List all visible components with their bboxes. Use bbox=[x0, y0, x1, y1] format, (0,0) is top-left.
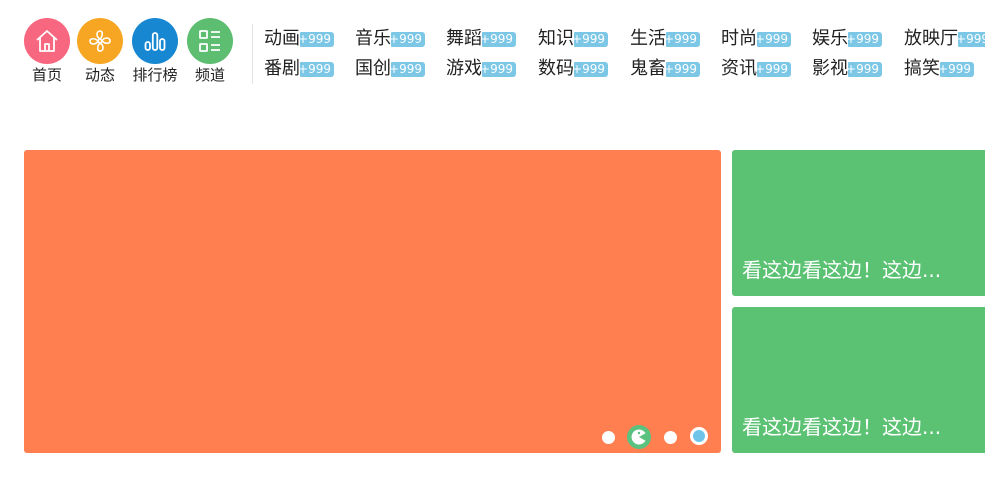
channel-count-badge: 999+ bbox=[757, 61, 791, 77]
nav-label-dynamic: 动态 bbox=[84, 66, 115, 84]
channel-count-badge: 999+ bbox=[848, 61, 882, 77]
channel-item-kichiku[interactable]: 鬼畜 999+ bbox=[630, 56, 700, 82]
channel-name: 影视 bbox=[812, 58, 848, 79]
carousel-dot[interactable] bbox=[602, 431, 615, 444]
promo-card-bottom[interactable]: 看这边看这边！这边... bbox=[732, 307, 985, 453]
channel-name: 鬼畜 bbox=[630, 58, 666, 79]
channel-item-games[interactable]: 游戏 999+ bbox=[446, 56, 516, 82]
banner-carousel[interactable] bbox=[24, 150, 721, 453]
nav-item-dynamic[interactable]: 动态 bbox=[72, 18, 128, 84]
channel-name: 娱乐 bbox=[812, 28, 848, 49]
channel-item-film-tv[interactable]: 影视 999+ bbox=[812, 56, 882, 82]
channel-item-digital[interactable]: 数码 999+ bbox=[538, 56, 608, 82]
carousel-dot[interactable] bbox=[690, 427, 708, 445]
channel-item-news[interactable]: 资讯 999+ bbox=[721, 56, 791, 82]
nav-item-ranking[interactable]: 排行榜 bbox=[127, 18, 183, 84]
channel-item-fashion[interactable]: 时尚 999+ bbox=[721, 26, 791, 52]
carousel-indicators bbox=[602, 425, 712, 449]
channel-name: 国创 bbox=[355, 58, 391, 79]
nav-item-home[interactable]: 首页 bbox=[19, 18, 75, 84]
channel-name: 番剧 bbox=[264, 58, 300, 79]
pacman-icon bbox=[631, 429, 646, 445]
promo-card-title: 看这边看这边！这边... bbox=[742, 258, 942, 282]
channel-count-badge: 999+ bbox=[300, 31, 334, 47]
channel-count-badge: 999+ bbox=[574, 31, 608, 47]
channel-item-animation[interactable]: 动画 999+ bbox=[264, 26, 334, 52]
channel-name: 资讯 bbox=[721, 58, 757, 79]
nav-item-channels[interactable]: 频道 bbox=[182, 18, 238, 84]
fan-icon bbox=[77, 18, 123, 64]
channel-name: 舞蹈 bbox=[446, 28, 482, 49]
nav-label-home: 首页 bbox=[31, 66, 62, 84]
channel-count-badge: 999+ bbox=[666, 31, 700, 47]
channel-item-guochuang[interactable]: 国创 999+ bbox=[355, 56, 425, 82]
promo-card-title: 看这边看这边！这边... bbox=[742, 415, 942, 439]
channel-count-badge: 999+ bbox=[391, 31, 425, 47]
channel-name: 音乐 bbox=[355, 28, 391, 49]
channel-count-badge: 999+ bbox=[482, 61, 516, 77]
channel-item-knowledge[interactable]: 知识 999+ bbox=[538, 26, 608, 52]
channel-count-badge: 999+ bbox=[940, 61, 974, 77]
channel-item-dance[interactable]: 舞蹈 999+ bbox=[446, 26, 516, 52]
channel-grid: 动画 999+ 音乐 999+ 舞蹈 999+ 知识 999+ 生活 999+ … bbox=[264, 26, 985, 86]
channel-list-icon bbox=[187, 18, 233, 64]
carousel-dot[interactable] bbox=[664, 431, 677, 444]
nav-label-channels: 频道 bbox=[194, 66, 225, 84]
channel-count-badge: 999+ bbox=[958, 31, 985, 47]
promo-card-top[interactable]: 看这边看这边！这边... bbox=[732, 150, 985, 296]
channel-count-badge: 999+ bbox=[574, 61, 608, 77]
channel-name: 时尚 bbox=[721, 28, 757, 49]
nav-label-ranking: 排行榜 bbox=[132, 66, 178, 84]
channel-name: 动画 bbox=[264, 28, 300, 49]
nav-divider bbox=[252, 24, 253, 84]
channel-count-badge: 999+ bbox=[666, 61, 700, 77]
channel-item-music[interactable]: 音乐 999+ bbox=[355, 26, 425, 52]
channel-item-entertainment[interactable]: 娱乐 999+ bbox=[812, 26, 882, 52]
channel-count-badge: 999+ bbox=[391, 61, 425, 77]
channel-count-badge: 999+ bbox=[300, 61, 334, 77]
bar-chart-icon bbox=[132, 18, 178, 64]
channel-name: 放映厅 bbox=[904, 28, 958, 49]
channel-count-badge: 999+ bbox=[757, 31, 791, 47]
carousel-dot-active[interactable] bbox=[627, 425, 651, 449]
channel-name: 生活 bbox=[630, 28, 666, 49]
channel-name: 数码 bbox=[538, 58, 574, 79]
channel-item-cinema[interactable]: 放映厅 999+ bbox=[904, 26, 985, 52]
channel-name: 搞笑 bbox=[904, 58, 940, 79]
home-icon bbox=[24, 18, 70, 64]
channel-count-badge: 999+ bbox=[482, 31, 516, 47]
channel-item-funny[interactable]: 搞笑 999+ bbox=[904, 56, 974, 82]
channel-count-badge: 999+ bbox=[848, 31, 882, 47]
channel-item-life[interactable]: 生活 999+ bbox=[630, 26, 700, 52]
channel-name: 游戏 bbox=[446, 58, 482, 79]
channel-name: 知识 bbox=[538, 28, 574, 49]
channel-item-bangumi[interactable]: 番剧 999+ bbox=[264, 56, 334, 82]
